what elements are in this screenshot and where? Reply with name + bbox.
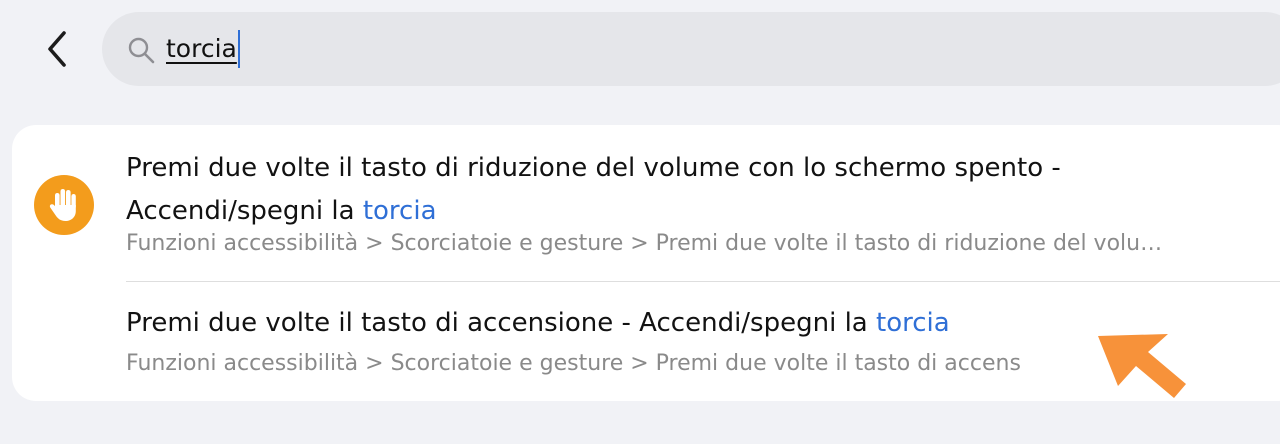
result-title-highlight: torcia [362, 196, 437, 226]
search-bar[interactable]: torcia [102, 12, 1280, 86]
search-input[interactable]: torcia [166, 30, 240, 68]
pointer-arrow-icon [1098, 334, 1186, 398]
divider [126, 281, 1280, 282]
result-title: Premi due volte il tasto di accensione -… [126, 302, 1186, 345]
result-title-text: Premi due volte il tasto di accensione -… [126, 308, 876, 338]
result-title-highlight: torcia [876, 308, 950, 338]
result-title-text: Premi due volte il tasto di riduzione de… [126, 153, 1061, 226]
result-breadcrumb-text: Funzioni accessibilità > Scorciatoie e g… [126, 231, 1141, 256]
result-title: Premi due volte il tasto di riduzione de… [126, 147, 1186, 233]
result-breadcrumb: Funzioni accessibilità > Scorciatoie e g… [126, 229, 1266, 259]
hand-icon [34, 175, 94, 235]
result-breadcrumb-ellipsis: … [1140, 231, 1163, 256]
result-breadcrumb: Funzioni accessibilità > Scorciatoie e g… [126, 349, 1116, 379]
chevron-left-icon [48, 31, 66, 67]
result-breadcrumb-text: Funzioni accessibilità > Scorciatoie e g… [126, 351, 1021, 376]
back-button[interactable] [34, 26, 80, 72]
search-icon [128, 37, 155, 64]
search-results-list: Premi due volte il tasto di riduzione de… [12, 125, 1280, 401]
